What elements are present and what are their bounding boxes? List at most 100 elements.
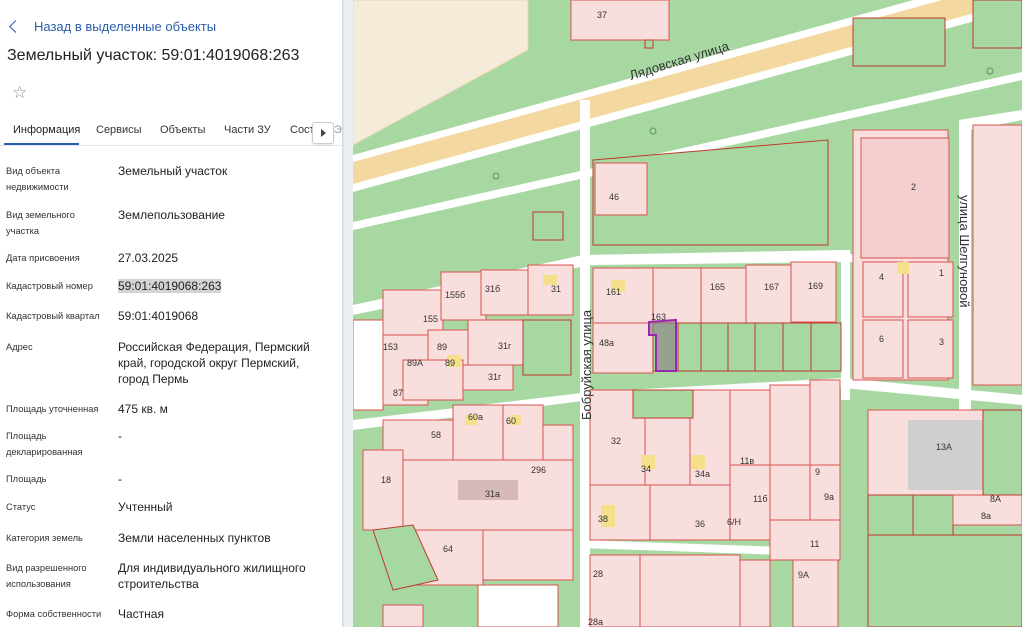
parcel-label: 2 <box>911 182 916 192</box>
parcel-label: 60а <box>468 412 483 422</box>
parcel-1 <box>907 261 954 318</box>
cadastral-map[interactable]: Лядовская улица Бобруйская улица улица Ш… <box>353 0 1022 627</box>
info-panel: Назад в выделенные объекты Земельный уча… <box>0 0 343 627</box>
parcel-label: 89 <box>437 342 447 352</box>
parcel-9 <box>809 379 841 466</box>
tab-bar: Информация Сервисы Объекты Части ЗУ Сост <box>0 120 342 146</box>
street-label-shelgunovoy: улица Шелгуновой <box>957 195 972 308</box>
parcel-36 <box>649 484 731 541</box>
green-plot-mid <box>632 389 694 419</box>
parcel-label: 31г <box>488 372 502 382</box>
parcel-label: 31г <box>498 341 512 351</box>
parcel-label: 87 <box>393 388 403 398</box>
green-plot-r2 <box>912 494 954 536</box>
parcel-label: 155 <box>423 314 438 324</box>
prop-label-cadastral-block: Кадастровый квартал <box>6 311 100 321</box>
tabs-scroll-button[interactable] <box>312 122 334 144</box>
parcel-mid-a <box>729 389 771 466</box>
parcel-48a <box>592 322 654 374</box>
prop-label-object-type: Вид объекта недвижимости <box>6 166 69 192</box>
parcel-label: 46 <box>609 192 619 202</box>
parcel-white-left <box>353 319 384 411</box>
parcel-label: 4 <box>879 272 884 282</box>
parcel-label: 31 <box>551 284 561 294</box>
prop-label-status: Статус <box>6 502 36 512</box>
building-13A <box>908 420 983 490</box>
star-icon[interactable]: ☆ <box>12 84 27 101</box>
house-1 <box>897 262 909 274</box>
parcel-165 <box>700 267 747 324</box>
prop-value-area: - <box>118 472 122 486</box>
parcel-label: 9а <box>824 492 834 502</box>
parcel-label: 6 <box>879 334 884 344</box>
prop-value-land-category: Земли населенных пунктов <box>118 531 271 545</box>
tab-composition[interactable]: Сост <box>290 124 315 136</box>
prop-value-area-declared: - <box>118 429 122 443</box>
parcel-label: 11б <box>753 494 768 504</box>
parcel-18 <box>362 449 404 531</box>
parcel-label: 296 <box>531 465 546 475</box>
chevron-left-icon <box>9 20 22 33</box>
prop-label-permitted-use: Вид разрешенного использования <box>6 563 87 589</box>
prop-label-address: Адрес <box>6 342 33 352</box>
green-plot-r1 <box>867 494 914 536</box>
parcel-label: 34 <box>641 464 651 474</box>
parcel-161 <box>592 267 654 324</box>
tab-services[interactable]: Сервисы <box>96 124 142 136</box>
tab-overflow-indicator: Э <box>334 124 342 136</box>
parcel-label: 165 <box>710 282 725 292</box>
parcel-label: 34а <box>695 469 710 479</box>
parcel-label: 3 <box>939 337 944 347</box>
parcel-label: 9А <box>798 570 809 580</box>
parcel-right-strip <box>972 124 1022 386</box>
parcel-label: 32 <box>611 436 621 446</box>
prop-value-assign-date: 27.03.2025 <box>118 251 179 265</box>
parcel-label: 28а <box>588 617 603 627</box>
parcel-label: 153 <box>383 342 398 352</box>
tab-info[interactable]: Информация <box>13 124 80 136</box>
back-link-label: Назад в выделенные объекты <box>34 19 217 34</box>
green-plot-small <box>532 211 564 241</box>
green-plot-r4 <box>982 409 1022 496</box>
chevron-right-icon <box>320 129 326 137</box>
parcel-60 <box>502 404 544 461</box>
parcel-label: 1 <box>939 268 944 278</box>
prop-value-object-type: Земельный участок <box>118 164 228 178</box>
parcel-167 <box>745 264 792 324</box>
parcel-11b <box>769 464 811 521</box>
parcel-label: 155б <box>445 290 465 300</box>
prop-label-assign-date: Дата присвоения <box>6 253 80 263</box>
parcel-label: 9 <box>815 467 820 477</box>
panel-resize-handle[interactable] <box>343 0 353 627</box>
parcel-11v <box>769 384 811 466</box>
prop-label-area-refined: Площадь уточненная <box>6 404 99 414</box>
prop-label-land-category: Категория земель <box>6 533 83 543</box>
parcel-lower-right-a <box>739 559 771 627</box>
green-row-plots <box>652 322 842 372</box>
parcel-11 <box>769 519 841 561</box>
parcel-37 <box>570 0 670 41</box>
prop-value-parcel-type: Землепользование <box>118 208 225 222</box>
parcel-label: 6/Н <box>727 517 741 527</box>
parcel-label: 28 <box>593 569 603 579</box>
prop-label-ownership: Форма собственности <box>6 609 102 619</box>
parcel-2 <box>860 137 950 259</box>
green-plot-left <box>522 319 572 376</box>
prop-label-area: Площадь <box>6 474 47 484</box>
back-link[interactable]: Назад в выделенные объекты <box>8 19 216 34</box>
parcel-label: 31а <box>485 489 500 499</box>
parcel-label: 58 <box>431 430 441 440</box>
parcel-6 <box>862 319 904 379</box>
parcel-169 <box>790 261 837 323</box>
parcel-label: 37 <box>597 10 607 20</box>
parcel-label: 31б <box>485 284 500 294</box>
map-canvas[interactable]: Лядовская улица Бобруйская улица улица Ш… <box>353 0 1022 627</box>
tab-parts[interactable]: Части ЗУ <box>224 124 271 136</box>
prop-value-cadastral-block: 59:01:4019068 <box>118 309 199 323</box>
parcel-label: 13А <box>936 442 952 452</box>
prop-value-cadastral-number: 59:01:4019068:263 <box>118 278 333 294</box>
parcel-label: 89А <box>407 358 423 368</box>
tab-objects[interactable]: Объекты <box>160 124 205 136</box>
parcel-46 <box>594 162 648 216</box>
page-title: Земельный участок: 59:01:4019068:263 <box>7 47 300 64</box>
